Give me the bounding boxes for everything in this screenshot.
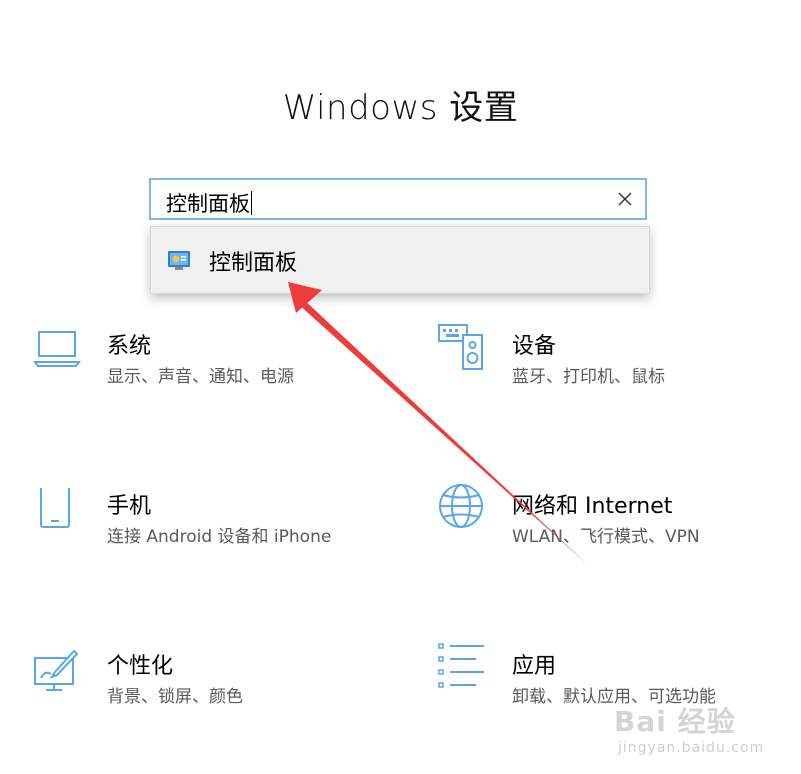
tile-title: 手机 [107, 494, 152, 519]
close-icon[interactable] [615, 189, 635, 209]
tile-title: 个性化 [107, 654, 174, 679]
tile-description: WLAN、飞行模式、VPN [512, 527, 700, 547]
tile-personalization[interactable]: 个性化 背景、锁屏、颜色 [33, 648, 393, 738]
tile-title: 设备 [512, 334, 557, 359]
tile-description: 背景、锁屏、颜色 [107, 687, 243, 707]
phone-icon [40, 488, 70, 528]
search-box[interactable]: 控制面板 [149, 178, 647, 220]
tile-description: 蓝牙、打印机、鼠标 [512, 367, 665, 387]
tile-title: 应用 [512, 654, 557, 679]
suggestion-label: 控制面板 [209, 251, 298, 276]
keyboard-speaker-icon [438, 324, 483, 370]
watermark: Bai 经验 jingyan.baidu.com [612, 700, 772, 760]
search-suggestions: 控制面板 [150, 226, 650, 294]
text-caret [251, 191, 252, 215]
tile-network[interactable]: 网络和 Internet WLAN、飞行模式、VPN [438, 482, 798, 572]
tile-system[interactable]: 系统 显示、声音、通知、电源 [33, 328, 393, 418]
tile-description: 连接 Android 设备和 iPhone [107, 527, 332, 547]
app-list-icon [438, 643, 484, 688]
paint-monitor-icon [34, 649, 79, 691]
tile-devices[interactable]: 设备 蓝牙、打印机、鼠标 [438, 322, 798, 412]
tile-title: 网络和 Internet [512, 494, 673, 519]
laptop-icon [33, 331, 81, 367]
tile-phone[interactable]: 手机 连接 Android 设备和 iPhone [33, 488, 393, 578]
tile-description: 显示、声音、通知、电源 [107, 367, 294, 387]
suggestion-control-panel[interactable]: 控制面板 [151, 227, 649, 293]
control-panel-icon [168, 251, 190, 270]
search-input[interactable]: 控制面板 [166, 188, 252, 218]
globe-icon [439, 484, 483, 528]
watermark-url: jingyan.baidu.com [618, 740, 765, 756]
watermark-brand: Bai 经验 [614, 705, 736, 738]
tile-title: 系统 [107, 334, 152, 359]
page-title: Windows 设置 [282, 88, 519, 128]
